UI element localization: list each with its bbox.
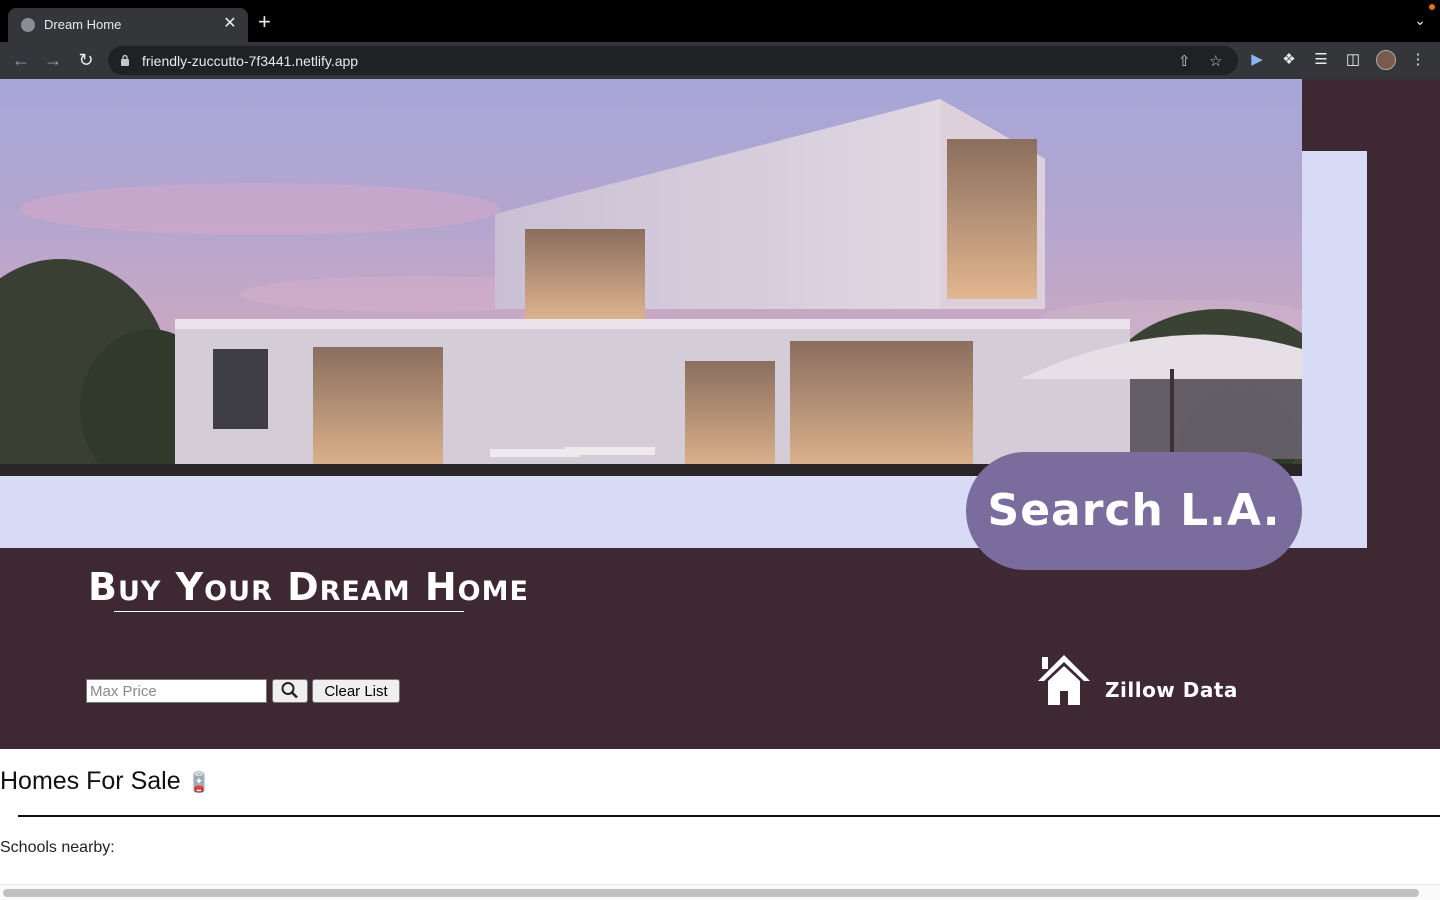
scrollbar-thumb[interactable] [3, 889, 1419, 897]
extension-cursor-icon[interactable]: ▶ [1247, 50, 1267, 70]
new-tab-button[interactable]: + [258, 11, 271, 33]
title-underline [114, 611, 464, 612]
url-text: friendly-zuccutto-7f3441.netlify.app [142, 53, 359, 69]
tab-search-chevron-icon[interactable]: ⌄ [1414, 12, 1426, 29]
globe-icon [21, 18, 35, 32]
horizontal-scrollbar[interactable] [0, 884, 1440, 900]
notification-dot [1429, 4, 1435, 10]
address-bar[interactable]: friendly-zuccutto-7f3441.netlify.app ⇧ ☆ [108, 46, 1238, 75]
page-title: Buy Your Dream Home [88, 565, 529, 609]
browser-menu-icon[interactable]: ⋮ [1408, 50, 1428, 70]
search-la-badge[interactable]: Search L.A. [966, 452, 1302, 570]
house-hero-image [0, 79, 1302, 476]
browser-toolbar: ← → ↻ friendly-zuccutto-7f3441.netlify.a… [0, 42, 1440, 79]
homes-for-sale-text: Homes For Sale [0, 767, 181, 795]
zillow-data-label[interactable]: Zillow Data [1105, 678, 1238, 702]
section-divider [18, 815, 1440, 817]
tab-close-icon[interactable]: ✕ [220, 14, 240, 34]
schools-nearby-label: Schools nearby: [0, 839, 115, 856]
forward-arrow-icon[interactable]: → [42, 49, 64, 71]
bookmark-star-icon[interactable]: ☆ [1209, 52, 1222, 70]
house-icon [1038, 655, 1090, 705]
tab-title: Dream Home [44, 17, 122, 32]
homes-for-sale-heading: Homes For Sale 🪫 [0, 767, 212, 796]
profile-avatar[interactable] [1376, 50, 1396, 70]
clear-list-button[interactable]: Clear List [312, 679, 400, 703]
back-arrow-icon[interactable]: ← [10, 49, 32, 71]
share-icon[interactable]: ⇧ [1178, 52, 1191, 70]
search-button[interactable] [272, 679, 308, 703]
magnifier-icon [281, 681, 298, 698]
extensions-puzzle-icon[interactable]: ❖ [1279, 50, 1299, 70]
page-viewport: Search L.A. Buy Your Dream Home Clear Li… [0, 79, 1440, 900]
side-panel-icon[interactable]: ◫ [1343, 50, 1363, 70]
sale-sign-icon: 🪫 [186, 772, 212, 794]
reload-icon[interactable]: ↻ [75, 49, 97, 71]
max-price-input[interactable] [86, 679, 267, 703]
browser-tab-bar: Dream Home ✕ + ⌄ [0, 0, 1440, 42]
lock-icon [121, 54, 129, 66]
browser-tab[interactable]: Dream Home ✕ [8, 8, 248, 42]
media-queue-icon[interactable]: ☰ [1311, 50, 1331, 70]
